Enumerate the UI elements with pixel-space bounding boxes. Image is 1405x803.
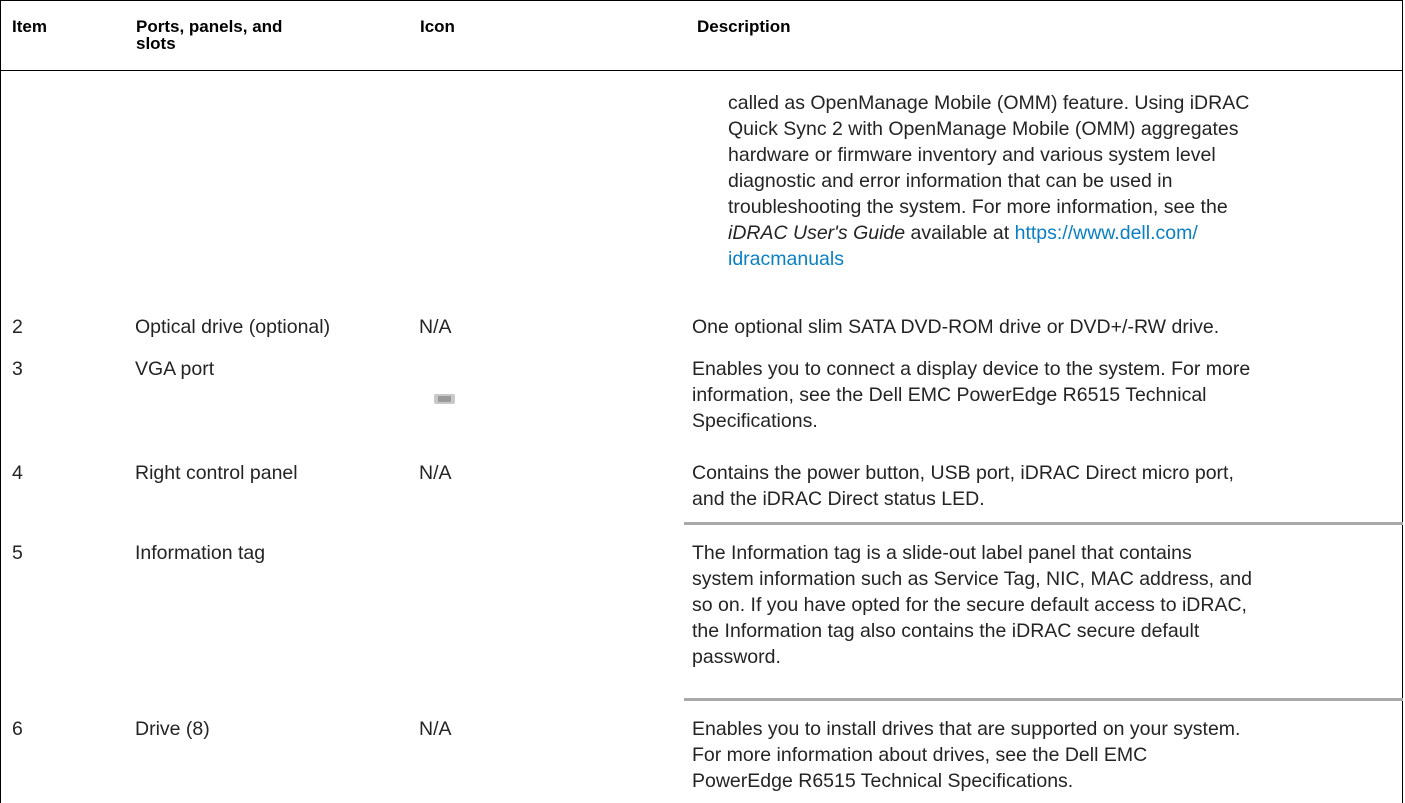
row-icon-text: N/A — [419, 462, 452, 484]
row-icon-text: N/A — [419, 718, 452, 740]
row-name: Drive (8) — [135, 718, 210, 740]
row-item-number: 6 — [12, 718, 23, 740]
header-ports-panels-slots: Ports, panels, and slots — [136, 17, 283, 53]
row-separator — [684, 698, 1403, 701]
row-description: Contains the power button, USB port, iDR… — [692, 462, 1234, 510]
row-item-number: 3 — [12, 358, 23, 380]
idrac-manuals-link[interactable]: https://www.dell.com/ — [1015, 222, 1198, 244]
row-name: Right control panel — [135, 462, 298, 484]
continued-description: called as OpenManage Mobile (OMM) featur… — [728, 92, 1250, 270]
row-item-number: 4 — [12, 462, 23, 484]
row-description: Enables you to install drives that are s… — [692, 718, 1241, 792]
row-item-number: 2 — [12, 316, 23, 338]
row-name: Optical drive (optional) — [135, 316, 331, 338]
row-description: The Information tag is a slide-out label… — [692, 542, 1252, 668]
ports-table: Item Ports, panels, and slots Icon Descr… — [0, 0, 1403, 803]
header-description: Description — [697, 17, 791, 36]
row-description: Enables you to connect a display device … — [692, 358, 1251, 432]
vga-port-icon — [434, 394, 455, 404]
guide-title: iDRAC User's Guide — [728, 222, 906, 244]
table-header: Item Ports, panels, and slots Icon Descr… — [1, 0, 1402, 71]
row-separator — [684, 522, 1403, 525]
header-icon: Icon — [420, 17, 455, 36]
header-item: Item — [12, 17, 47, 36]
row-item-number: 5 — [12, 542, 23, 564]
row-description: One optional slim SATA DVD-ROM drive or … — [692, 316, 1220, 338]
row-name: Information tag — [135, 542, 266, 564]
row-name: VGA port — [135, 358, 215, 380]
row-icon-text: N/A — [419, 316, 452, 338]
idrac-manuals-link-cont[interactable]: idracmanuals — [728, 248, 844, 270]
